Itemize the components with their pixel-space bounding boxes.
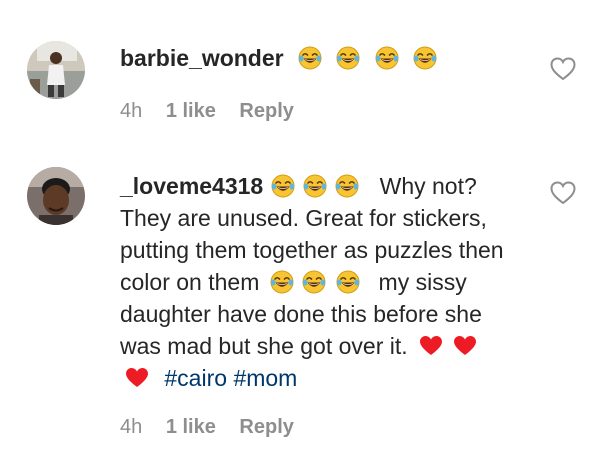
heart-outline-icon[interactable] — [550, 181, 576, 205]
avatar[interactable] — [27, 41, 85, 99]
face-with-tears-of-joy-icon — [335, 174, 359, 198]
hashtag-link[interactable]: #mom — [233, 365, 297, 391]
face-with-tears-of-joy-icon — [336, 270, 360, 294]
red-heart-icon — [420, 336, 442, 356]
face-with-tears-of-joy-icon — [375, 46, 399, 70]
face-with-tears-of-joy-icon — [336, 46, 360, 70]
reply-button[interactable]: Reply — [239, 100, 293, 122]
face-with-tears-of-joy-icon — [303, 174, 327, 198]
comment-timestamp: 4h — [120, 416, 143, 438]
comment-meta: 4h 1 like Reply — [120, 415, 312, 439]
avatar-photo — [27, 41, 85, 99]
face-with-tears-of-joy-icon — [271, 174, 295, 198]
red-heart-icon — [454, 336, 476, 356]
comment-item: barbie_wonder 4h 1 like Reply — [0, 0, 595, 150]
comment-text: _loveme4318 Why not? They are unused. Gr… — [120, 170, 515, 394]
comment-timestamp: 4h — [120, 100, 143, 122]
hashtag-link[interactable]: #cairo — [164, 365, 227, 391]
comment-text: barbie_wonder — [120, 42, 515, 74]
avatar[interactable] — [27, 167, 85, 225]
red-heart-icon — [126, 368, 148, 388]
avatar-photo — [27, 167, 85, 225]
comment-like-count[interactable]: 1 like — [166, 100, 216, 122]
heart-outline-icon[interactable] — [550, 57, 576, 81]
face-with-tears-of-joy-icon — [413, 46, 437, 70]
face-with-tears-of-joy-icon — [298, 46, 322, 70]
comment-meta: 4h 1 like Reply — [120, 99, 312, 123]
reply-button[interactable]: Reply — [239, 416, 293, 438]
face-with-tears-of-joy-icon — [302, 270, 326, 294]
comment-like-count[interactable]: 1 like — [166, 416, 216, 438]
face-with-tears-of-joy-icon — [270, 270, 294, 294]
comment-username[interactable]: barbie_wonder — [120, 45, 284, 71]
comment-item: _loveme4318 Why not? They are unused. Gr… — [0, 150, 595, 474]
comment-username[interactable]: _loveme4318 — [120, 173, 263, 199]
